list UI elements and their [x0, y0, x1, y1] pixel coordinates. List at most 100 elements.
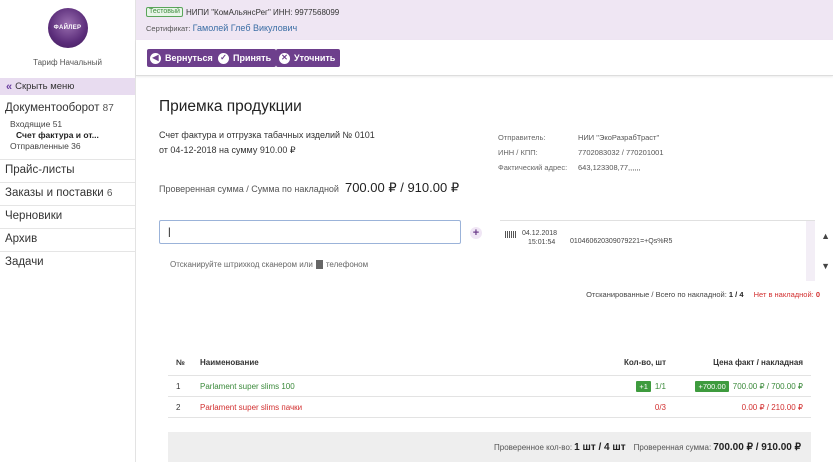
- sidebar-item-label: Задачи: [5, 256, 44, 268]
- checked-sum-label: Проверенная сумма / Сумма по накладной: [159, 184, 339, 194]
- inn-row: ИНН / КПП: 7702083032 / 770201001: [498, 145, 664, 160]
- address-value: 643,123308,77,,,,,,: [578, 163, 641, 172]
- close-icon: ✕: [279, 52, 290, 64]
- page-title: Приемка продукции: [159, 98, 302, 115]
- sidebar-item-archive[interactable]: Архив: [0, 229, 135, 251]
- sidebar-sub-current[interactable]: Счет фактура и от...: [0, 130, 135, 141]
- table-row[interactable]: 1 Parlament super slims 100 +1 1/1 +700.…: [168, 376, 811, 397]
- qty-value: 1/1: [654, 381, 666, 391]
- row-name: Parlament super slims 100: [200, 381, 295, 391]
- plus-icon: +: [472, 226, 480, 239]
- row-number: 1: [176, 381, 181, 391]
- scrollbar[interactable]: [806, 221, 815, 281]
- sub-label: Отправленные: [10, 141, 69, 151]
- col-price: Цена факт / накладная: [713, 358, 803, 367]
- invoice-description: Счет фактура и отгрузка табачных изделий…: [159, 130, 375, 140]
- sidebar-item-price-lists[interactable]: Прайс-листы: [0, 160, 135, 182]
- missing-label: Нет в накладной:: [753, 290, 814, 299]
- scan-code: 010460620309079221=+Qs%R5: [570, 238, 673, 245]
- scan-date: 04.12.2018: [522, 230, 558, 237]
- sidebar-item-label: Архив: [5, 233, 38, 245]
- footer-qty: 1 шт / 4 шт: [574, 441, 626, 453]
- address-label: Фактический адрес:: [498, 163, 568, 172]
- row-number: 2: [176, 402, 181, 412]
- action-toolbar: ◀ Вернуться ✓ Принять ✕ Уточнить: [136, 40, 833, 76]
- barcode-input-box[interactable]: [159, 220, 461, 244]
- sidebar-item-label: Черновики: [5, 210, 63, 222]
- certificate-label: Сертификат:: [146, 24, 191, 33]
- certificate-name[interactable]: Гамолей Глеб Викулович: [193, 23, 298, 33]
- list-item[interactable]: 04.12.2018 15:01:54 010460620309079221=+…: [500, 229, 672, 247]
- accept-button-label: Принять: [233, 53, 272, 63]
- double-chevron-left-icon: «: [6, 80, 13, 93]
- sender-value: НИИ "ЭкоРазрабТраст": [578, 133, 660, 142]
- top-header: Тестовый НИПИ "КомАльянсРег" ИНН: 997756…: [136, 0, 833, 40]
- missing-indicator: Нет в накладной: 0: [754, 290, 820, 299]
- brand-logo[interactable]: ФАЙЛЕР: [47, 8, 88, 48]
- price-badge: +700.00: [695, 380, 729, 392]
- clarify-button-label: Уточнить: [294, 53, 336, 63]
- checked-sum-value: 700.00 ₽ / 910.00 ₽: [344, 180, 460, 195]
- accept-button[interactable]: ✓ Принять: [215, 49, 277, 67]
- price-value: 700.00 ₽ / 700.00 ₽: [732, 381, 803, 391]
- add-button[interactable]: +: [470, 227, 482, 239]
- row-name: Parlament super slims пачки: [200, 402, 303, 412]
- footer-sum-label: Проверенная сумма:: [633, 442, 712, 452]
- col-number: №: [176, 358, 185, 367]
- organization-line: Тестовый НИПИ "КомАльянсРег" ИНН: 997756…: [146, 7, 339, 17]
- sub-label: Входящие: [10, 119, 51, 129]
- scan-datetime: 04.12.2018 15:01:54: [522, 229, 570, 247]
- sender-row: Отправитель: НИИ "ЭкоРазрабТраст": [498, 130, 664, 145]
- scan-time: 15:01:54: [528, 239, 556, 246]
- logo-area: ФАЙЛЕР Тариф Начальный: [0, 0, 135, 70]
- scanned-summary: Отсканированные / Всего по накладной: 1 …: [560, 290, 820, 299]
- sidebar-item-drafts[interactable]: Черновики: [0, 206, 135, 228]
- scanned-label: Отсканированные / Всего по накладной:: [586, 290, 727, 299]
- sidebar-sub-sent[interactable]: Отправленные 36: [0, 141, 135, 152]
- sidebar-sub-incoming[interactable]: Входящие 51: [0, 119, 135, 130]
- sidebar: ФАЙЛЕР Тариф Начальный « Скрыть меню Док…: [0, 0, 136, 462]
- check-icon: ✓: [218, 52, 229, 64]
- barcode-input[interactable]: [160, 221, 460, 243]
- scan-hint-post: телефоном: [325, 260, 369, 269]
- back-button-label: Вернуться: [165, 53, 213, 63]
- chevron-up-icon[interactable]: ▲: [821, 231, 830, 241]
- table-footer: Проверенное кол-во: 1 шт / 4 шт Проверен…: [168, 432, 811, 462]
- inn-value: 7702083032 / 770201001: [578, 148, 664, 157]
- sidebar-item-count: 87: [102, 103, 114, 114]
- checked-sum: Проверенная сумма / Сумма по накладной 7…: [159, 180, 459, 196]
- sidebar-item-label: Заказы и поставки: [5, 187, 104, 199]
- scan-hint: Отсканируйте штрихкод сканером или телеф…: [170, 260, 368, 269]
- clarify-button[interactable]: ✕ Уточнить: [276, 49, 341, 67]
- row-qty: +1 1/1: [530, 380, 670, 392]
- footer-sum: 700.00 ₽ / 910.00 ₽: [713, 441, 801, 453]
- qty-value: 0/3: [654, 402, 666, 412]
- hide-menu-button[interactable]: « Скрыть меню: [0, 78, 135, 95]
- table-row[interactable]: 2 Parlament super slims пачки 0/3 0.00 ₽…: [168, 397, 811, 418]
- col-name: Наименование: [200, 358, 259, 367]
- tariff-label: Тариф Начальный: [33, 58, 102, 67]
- chevron-down-icon[interactable]: ▼: [821, 261, 830, 271]
- phone-icon: [315, 260, 323, 269]
- sidebar-item-label: Прайс-листы: [5, 164, 75, 176]
- footer-qty-label: Проверенное кол-во:: [494, 442, 573, 452]
- barcode-icon: [505, 231, 516, 238]
- row-price: +700.00 700.00 ₽ / 700.00 ₽: [670, 380, 811, 392]
- back-button[interactable]: ◀ Вернуться: [147, 49, 218, 67]
- organization-name: НИПИ "КомАльянсРег" ИНН: 9977568099: [185, 7, 340, 17]
- sidebar-item-tasks[interactable]: Задачи: [0, 252, 135, 274]
- price-value: 0.00 ₽ / 210.00 ₽: [741, 402, 803, 412]
- qty-badge: +1: [636, 380, 651, 392]
- address-row: Фактический адрес: 643,123308,77,,,,,,: [498, 160, 664, 175]
- certificate-line: Сертификат: Гамолей Глеб Викулович: [146, 23, 297, 33]
- row-qty: 0/3: [530, 403, 670, 412]
- sidebar-item-documents[interactable]: Документооборот 87: [0, 102, 135, 114]
- sub-count: 36: [71, 141, 81, 151]
- sender-label: Отправитель:: [498, 133, 546, 142]
- inn-label: ИНН / КПП:: [498, 148, 538, 157]
- logo-text: ФАЙЛЕР: [53, 25, 82, 31]
- table-header: № Наименование Кол-во, шт Цена факт / на…: [168, 350, 811, 376]
- col-qty: Кол-во, шт: [623, 358, 666, 367]
- sidebar-item-orders[interactable]: Заказы и поставки 6: [0, 183, 135, 205]
- sub-count: 51: [52, 119, 63, 129]
